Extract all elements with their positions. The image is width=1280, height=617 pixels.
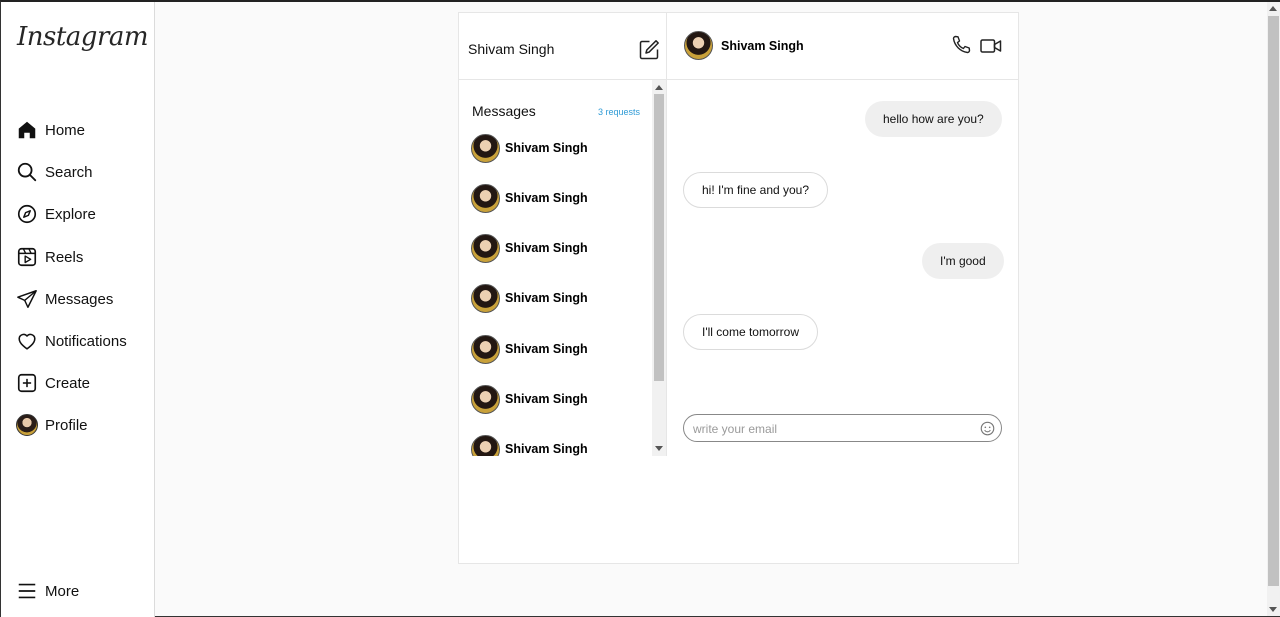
home-icon [15,118,39,142]
video-call-button[interactable] [979,34,1003,58]
sidebar-item-label: Home [45,121,86,139]
sidebar-item-more[interactable]: More [15,577,79,605]
page-scroll-thumb[interactable] [1268,16,1279,586]
conversation-name: Shivam Singh [505,191,588,205]
inbox-header: Shivam Singh [459,13,667,80]
sidebar-item-profile[interactable]: Profile [15,411,88,439]
conversation-name: Shivam Singh [505,442,588,456]
message-input[interactable] [693,420,973,438]
avatar [471,133,500,163]
avatar [471,183,500,213]
conversation-name: Shivam Singh [505,342,588,356]
avatar [471,434,500,456]
conversation-scrollbar[interactable] [652,80,666,456]
conversation-list: Messages 3 requests Shivam Singh Shivam … [459,80,667,456]
sidebar-item-notifications[interactable]: Notifications [15,327,127,355]
avatar [471,334,500,364]
message-bubble-outgoing: I'm good [922,243,1004,279]
conversation-item[interactable]: Shivam Singh [471,133,588,163]
inbox-username[interactable]: Shivam Singh [468,41,554,57]
messenger-panel: Shivam Singh Messages 3 requests Shivam … [458,12,1019,564]
compass-icon [15,202,39,226]
new-message-button[interactable] [637,38,661,62]
avatar[interactable] [684,31,713,60]
sidebar-item-create[interactable]: Create [15,369,90,397]
scroll-up-arrow-icon[interactable] [655,85,663,90]
heart-icon [15,329,39,353]
conversation-item[interactable]: Shivam Singh [471,233,588,263]
avatar [471,233,500,263]
scroll-down-arrow-icon[interactable] [1269,607,1277,612]
conversation-item[interactable]: Shivam Singh [471,434,588,456]
sidebar-item-label: Messages [45,290,114,308]
avatar [471,384,500,414]
instagram-logo[interactable]: Instagram [17,22,149,52]
message-bubble-incoming: hi! I'm fine and you? [683,172,829,208]
conversation-name: Shivam Singh [505,392,588,406]
search-icon [15,160,39,184]
sidebar-item-label: More [45,582,80,600]
emoji-button[interactable] [980,421,995,436]
chat-header: Shivam Singh [667,13,1018,80]
message-bubble-incoming: I'll come tomorrow [683,314,818,350]
message-bubble-outgoing: hello how are you? [865,101,1002,137]
sidebar-item-label: Search [45,163,93,181]
reels-icon [15,245,39,269]
sidebar-item-label: Notifications [45,332,127,350]
conversation-item[interactable]: Shivam Singh [471,334,588,364]
avatar [471,283,500,313]
chat-contact-name[interactable]: Shivam Singh [721,39,804,53]
menu-icon [15,579,39,603]
voice-call-button[interactable] [949,33,973,57]
sidebar-item-label: Explore [45,205,96,223]
scroll-down-arrow-icon[interactable] [655,446,663,451]
sidebar-item-search[interactable]: Search [15,158,93,186]
conversation-item[interactable]: Shivam Singh [471,283,588,313]
conversation-name: Shivam Singh [505,141,588,155]
conversation-name: Shivam Singh [505,241,588,255]
page-scrollbar[interactable] [1267,2,1280,616]
requests-link[interactable]: 3 requests [598,107,640,117]
messages-heading: Messages [472,103,536,119]
emoji-icon [980,421,995,436]
sidebar-item-home[interactable]: Home [15,116,85,144]
plus-square-icon [15,371,39,395]
sidebar-item-label: Reels [45,248,84,266]
send-icon [15,287,39,311]
sidebar: Instagram Home Search Explore Reels Mess… [1,2,155,617]
sidebar-item-label: Profile [45,416,88,434]
scroll-thumb[interactable] [654,94,664,381]
phone-icon [952,35,971,54]
sidebar-item-messages[interactable]: Messages [15,285,113,313]
message-composer [683,414,1002,442]
conversation-name: Shivam Singh [505,291,588,305]
conversation-item[interactable]: Shivam Singh [471,384,588,414]
sidebar-item-explore[interactable]: Explore [15,200,96,228]
profile-avatar [15,413,39,437]
sidebar-item-label: Create [45,374,91,392]
scroll-up-arrow-icon[interactable] [1269,6,1277,11]
sidebar-item-reels[interactable]: Reels [15,243,83,271]
avatar [16,414,38,436]
conversation-item[interactable]: Shivam Singh [471,183,588,213]
compose-icon [639,40,659,60]
video-camera-icon [980,39,1002,53]
